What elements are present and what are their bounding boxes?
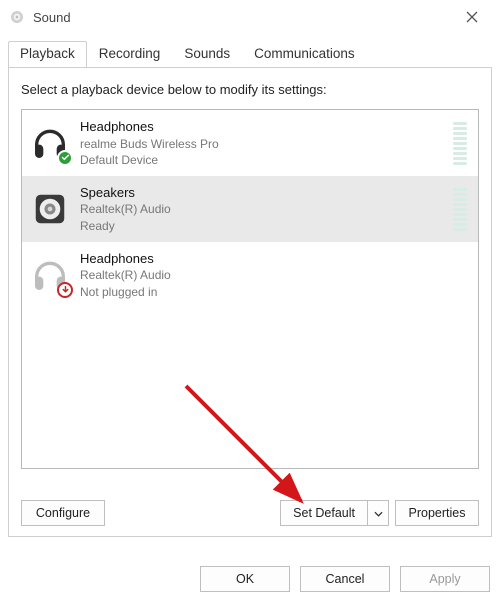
speaker-icon: [30, 189, 70, 229]
panel-button-row: Configure Set Default Properties: [21, 500, 479, 526]
tab-recording[interactable]: Recording: [87, 41, 173, 68]
tab-sounds[interactable]: Sounds: [172, 41, 242, 68]
titlebar: Sound: [0, 0, 500, 34]
set-default-dropdown-button[interactable]: [367, 500, 389, 526]
device-info: Headphones realme Buds Wireless Pro Defa…: [80, 118, 443, 168]
close-button[interactable]: [452, 2, 492, 32]
device-subtitle: Realtek(R) Audio: [80, 201, 443, 217]
device-status: Default Device: [80, 152, 443, 168]
level-meter-icon: [453, 121, 467, 165]
tab-label: Sounds: [184, 46, 230, 61]
device-name: Headphones: [80, 250, 470, 268]
device-info: Headphones Realtek(R) Audio Not plugged …: [80, 250, 470, 300]
dialog-footer: OK Cancel Apply: [200, 566, 490, 592]
tab-label: Playback: [20, 46, 75, 61]
device-name: Speakers: [80, 184, 443, 202]
device-status: Ready: [80, 218, 443, 234]
ok-button[interactable]: OK: [200, 566, 290, 592]
apply-button[interactable]: Apply: [400, 566, 490, 592]
tab-playback[interactable]: Playback: [8, 41, 87, 68]
device-subtitle: Realtek(R) Audio: [80, 267, 470, 283]
set-default-button[interactable]: Set Default: [280, 500, 367, 526]
tab-panel-playback: Select a playback device below to modify…: [8, 67, 492, 537]
arrow-down-badge-icon: [57, 282, 73, 298]
device-subtitle: realme Buds Wireless Pro: [80, 136, 443, 152]
device-row[interactable]: Headphones realme Buds Wireless Pro Defa…: [22, 110, 478, 176]
set-default-split-button: Set Default: [280, 500, 389, 526]
tab-label: Recording: [99, 46, 161, 61]
sound-icon: [8, 8, 26, 26]
tab-strip: Playback Recording Sounds Communications: [0, 40, 500, 67]
device-list[interactable]: Headphones realme Buds Wireless Pro Defa…: [21, 109, 479, 469]
tab-communications[interactable]: Communications: [242, 41, 367, 68]
chevron-down-icon: [374, 506, 383, 520]
headphones-icon: [30, 123, 70, 163]
tab-label: Communications: [254, 46, 355, 61]
device-row[interactable]: Speakers Realtek(R) Audio Ready: [22, 176, 478, 242]
window-title: Sound: [33, 10, 71, 25]
headphones-icon: [30, 255, 70, 295]
properties-button[interactable]: Properties: [395, 500, 479, 526]
device-row[interactable]: Headphones Realtek(R) Audio Not plugged …: [22, 242, 478, 308]
device-name: Headphones: [80, 118, 443, 136]
level-meter-icon: [453, 187, 467, 231]
device-info: Speakers Realtek(R) Audio Ready: [80, 184, 443, 234]
check-badge-icon: [57, 150, 73, 166]
cancel-button[interactable]: Cancel: [300, 566, 390, 592]
configure-button[interactable]: Configure: [21, 500, 105, 526]
device-status: Not plugged in: [80, 284, 470, 300]
instruction-text: Select a playback device below to modify…: [21, 82, 479, 97]
